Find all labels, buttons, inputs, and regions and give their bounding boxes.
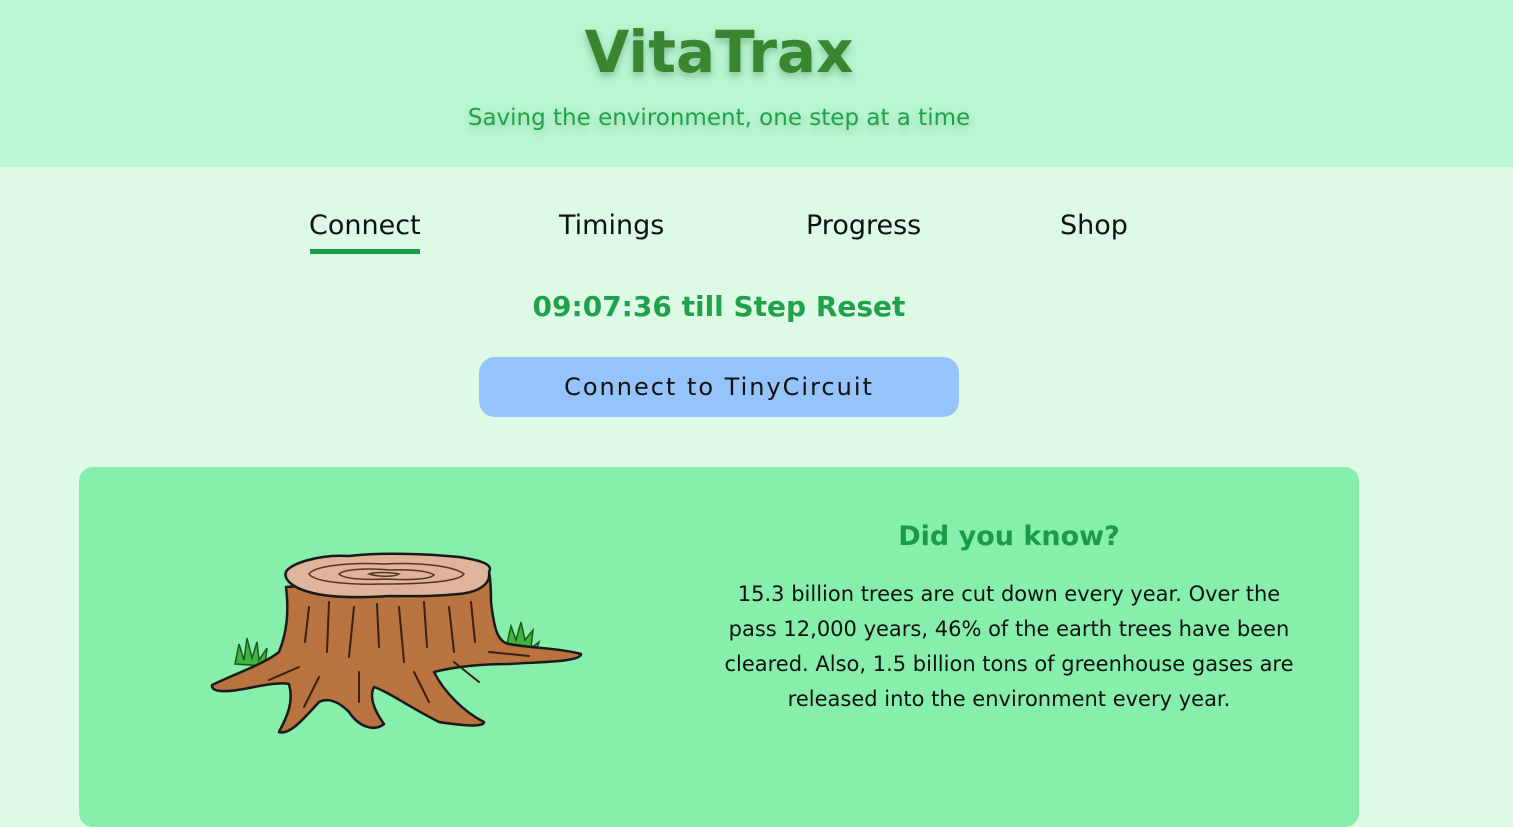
main-nav: Connect Timings Progress Shop — [0, 210, 1513, 260]
connect-tinycircuit-button[interactable]: Connect to TinyCircuit — [479, 357, 959, 417]
tab-connect[interactable]: Connect — [309, 210, 421, 254]
tab-timings[interactable]: Timings — [559, 210, 664, 241]
tab-progress-label: Progress — [806, 210, 922, 241]
fact-card: Did you know? 15.3 billion trees are cut… — [79, 467, 1359, 827]
app-tagline: Saving the environment, one step at a ti… — [467, 105, 971, 131]
header: VitaTrax Saving the environment, one ste… — [0, 0, 1513, 167]
fact-title: Did you know? — [898, 521, 1120, 552]
tab-shop[interactable]: Shop — [1060, 210, 1128, 241]
fact-text: 15.3 billion trees are cut down every ye… — [724, 582, 1294, 711]
tab-progress[interactable]: Progress — [806, 210, 921, 241]
tab-connect-label: Connect — [309, 210, 421, 241]
tab-shop-label: Shop — [1060, 210, 1128, 241]
step-reset-timer: 09:07:36 till Step Reset — [532, 290, 906, 323]
active-tab-underline — [310, 249, 420, 254]
tree-stump-illustration — [210, 552, 583, 734]
app-title: VitaTrax — [584, 18, 854, 86]
tab-timings-label: Timings — [559, 210, 665, 241]
